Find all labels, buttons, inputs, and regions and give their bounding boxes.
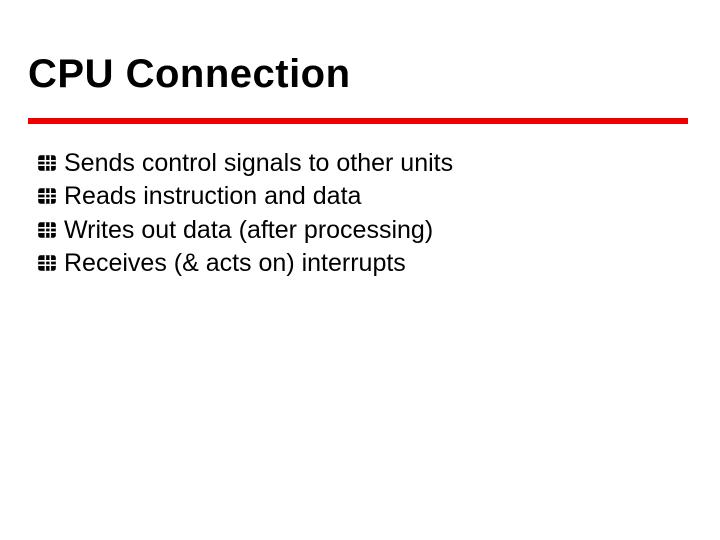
slide-title: CPU Connection [28, 52, 351, 97]
list-item: Sends control signals to other units [36, 148, 676, 179]
bullet-icon [36, 219, 58, 241]
bullet-icon [36, 152, 58, 174]
bullet-text: Writes out data (after processing) [64, 215, 433, 246]
bullet-text: Sends control signals to other units [64, 148, 453, 179]
slide-body: Sends control signals to other units Rea… [36, 148, 676, 281]
title-divider [28, 118, 688, 124]
bullet-text: Reads instruction and data [64, 181, 361, 212]
bullet-icon [36, 252, 58, 274]
list-item: Writes out data (after processing) [36, 215, 676, 246]
bullet-icon [36, 185, 58, 207]
slide: CPU Connection Sends control signals to … [0, 0, 720, 540]
bullet-text: Receives (& acts on) interrupts [64, 248, 406, 279]
list-item: Receives (& acts on) interrupts [36, 248, 676, 279]
list-item: Reads instruction and data [36, 181, 676, 212]
